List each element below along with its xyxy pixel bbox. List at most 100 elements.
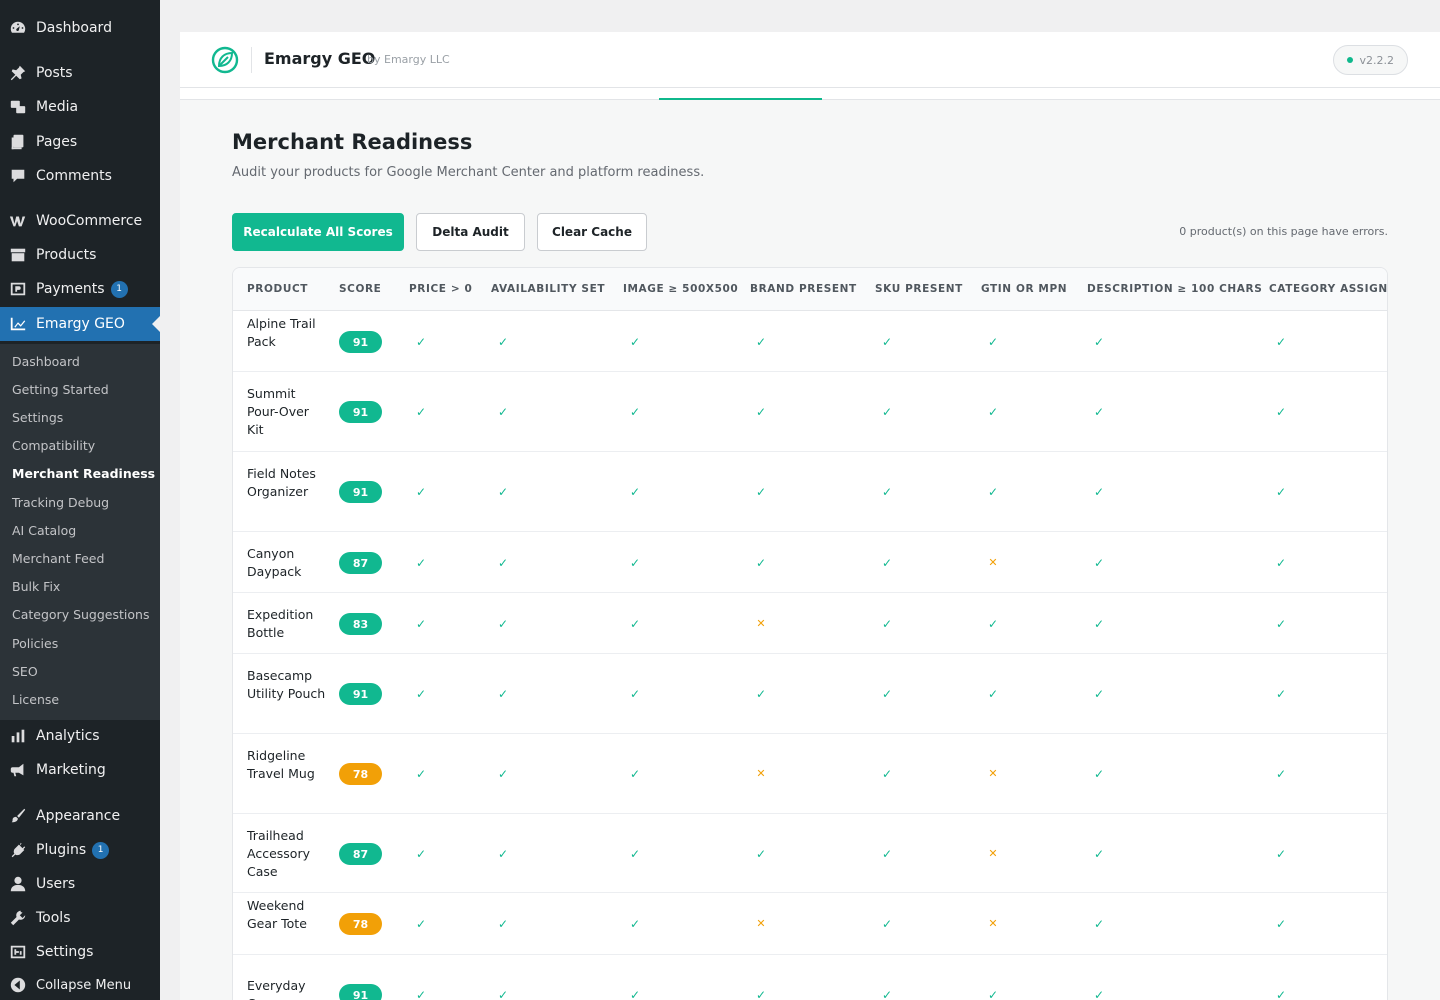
check-icon: ✓ (881, 847, 893, 861)
dashboard-icon (0, 19, 36, 37)
update-count-badge: 1 (92, 841, 110, 859)
check-icon: ✓ (497, 335, 509, 349)
check-icon: ✓ (987, 687, 999, 701)
media-icon (0, 98, 36, 116)
sidebar-item-emargy-geo[interactable]: Emargy GEO (0, 307, 160, 341)
submenu-item-policies[interactable]: Policies (12, 636, 58, 651)
product-name[interactable]: Alpine Trail Pack (247, 315, 327, 351)
collapse-icon (0, 976, 36, 994)
status-dot-icon (1346, 57, 1353, 63)
sidebar-item-users[interactable]: Users (0, 867, 160, 901)
product-name[interactable]: Everyday Carry (247, 977, 327, 1000)
check-icon: ✓ (1093, 617, 1105, 631)
sidebar-item-dashboard[interactable]: Dashboard (0, 11, 160, 45)
check-icon: ✓ (497, 687, 509, 701)
submenu-item-ai-catalog[interactable]: AI Catalog (12, 523, 76, 538)
pages-icon (0, 133, 36, 151)
check-icon: ✓ (629, 917, 641, 931)
table-header: PRODUCT SCORE PRICE > 0 AVAILABILITY SET… (233, 268, 1387, 311)
submenu-item-tracking-debug[interactable]: Tracking Debug (12, 495, 109, 510)
check-icon: ✓ (755, 988, 767, 1000)
product-name[interactable]: Canyon Daypack (247, 545, 327, 581)
check-icon: ✓ (497, 405, 509, 419)
plugin-header: Emargy GEO by Emargy LLC v2.2.2 (180, 32, 1440, 88)
collapse-menu-button[interactable]: Collapse Menu (0, 968, 160, 1000)
check-icon: ✓ (415, 335, 427, 349)
table-row: Ridgeline Travel Mug 78 ✓ ✓ ✓ ✕ ✓ ✕ ✓ ✓ (233, 734, 1387, 814)
sidebar-item-products[interactable]: Products (0, 238, 160, 272)
emargy-submenu: Dashboard Getting Started Settings Compa… (0, 344, 160, 720)
check-icon: ✓ (629, 617, 641, 631)
pushpin-icon (0, 64, 36, 82)
table-row: Basecamp Utility Pouch 91 ✓ ✓ ✓ ✓ ✓ ✓ ✓ ✓ (233, 654, 1387, 734)
check-icon: ✓ (415, 988, 427, 1000)
sidebar-item-label: Payments (36, 281, 105, 297)
current-menu-arrow (152, 316, 160, 332)
check-icon: ✓ (629, 847, 641, 861)
check-icon: ✓ (1093, 767, 1105, 781)
sidebar-item-settings[interactable]: Settings (0, 935, 160, 969)
sidebar-item-label: Media (36, 99, 79, 115)
cross-icon: ✕ (988, 767, 998, 780)
table-row: Alpine Trail Pack 91 ✓ ✓ ✓ ✓ ✓ ✓ ✓ ✓ (233, 312, 1387, 372)
product-name[interactable]: Ridgeline Travel Mug (247, 747, 327, 783)
check-icon: ✓ (629, 988, 641, 1000)
submenu-item-getting-started[interactable]: Getting Started (12, 382, 109, 397)
sidebar-item-posts[interactable]: Posts (0, 56, 160, 90)
product-name[interactable]: Basecamp Utility Pouch (247, 667, 327, 703)
table-row: Trailhead Accessory Case 87 ✓ ✓ ✓ ✓ ✓ ✕ ✓ ✓ (233, 814, 1387, 893)
check-icon: ✓ (415, 767, 427, 781)
column-header: IMAGE ≥ 500X500 (623, 283, 739, 295)
sidebar-item-woocommerce[interactable]: WooCommerce (0, 204, 160, 238)
sidebar-item-pages[interactable]: Pages (0, 125, 160, 159)
check-icon: ✓ (881, 617, 893, 631)
check-icon: ✓ (497, 917, 509, 931)
submenu-item-merchant-readiness[interactable]: Merchant Readiness (12, 466, 155, 481)
submenu-item-category-suggestions[interactable]: Category Suggestions (12, 607, 149, 622)
check-icon: ✓ (415, 405, 427, 419)
recalculate-scores-button[interactable]: Recalculate All Scores (232, 213, 404, 251)
sidebar-item-analytics[interactable]: Analytics (0, 719, 160, 753)
check-icon: ✓ (1275, 988, 1287, 1000)
submenu-item-license[interactable]: License (12, 692, 59, 707)
sidebar-item-media[interactable]: Media (0, 90, 160, 124)
archive-icon (0, 246, 36, 264)
check-icon: ✓ (881, 988, 893, 1000)
sidebar-item-appearance[interactable]: Appearance (0, 799, 160, 833)
product-name[interactable]: Field Notes Organizer (247, 465, 327, 501)
submenu-item-dashboard[interactable]: Dashboard (12, 354, 80, 369)
product-name[interactable]: Expedition Bottle (247, 606, 327, 642)
product-name[interactable]: Trailhead Accessory Case (247, 827, 327, 881)
column-header: SKU PRESENT (875, 283, 963, 295)
check-icon: ✓ (755, 405, 767, 419)
table-row: Field Notes Organizer 91 ✓ ✓ ✓ ✓ ✓ ✓ ✓ ✓ (233, 452, 1387, 532)
check-icon: ✓ (1275, 917, 1287, 931)
sidebar-item-label: Users (36, 876, 76, 892)
sidebar-item-comments[interactable]: Comments (0, 159, 160, 193)
product-name[interactable]: Summit Pour-Over Kit (247, 385, 327, 439)
check-icon: ✓ (415, 617, 427, 631)
clear-cache-button[interactable]: Clear Cache (537, 213, 647, 251)
check-icon: ✓ (1093, 335, 1105, 349)
check-icon: ✓ (987, 485, 999, 499)
submenu-item-seo[interactable]: SEO (12, 664, 38, 679)
submenu-item-bulk-fix[interactable]: Bulk Fix (12, 579, 60, 594)
sidebar-item-label: Tools (36, 910, 71, 926)
sidebar-item-payments[interactable]: Payments 1 (0, 272, 160, 306)
score-badge: 91 (339, 481, 382, 503)
sidebar-item-label: WooCommerce (36, 213, 143, 229)
column-header: DESCRIPTION ≥ 100 CHARS (1087, 283, 1263, 295)
product-name[interactable]: Weekend Gear Tote (247, 897, 327, 933)
sidebar-item-marketing[interactable]: Marketing (0, 753, 160, 787)
submenu-item-settings[interactable]: Settings (12, 410, 63, 425)
submenu-item-merchant-feed[interactable]: Merchant Feed (12, 551, 104, 566)
check-icon: ✓ (1275, 767, 1287, 781)
emargy-logo-icon (211, 46, 239, 74)
delta-audit-button[interactable]: Delta Audit (416, 213, 525, 251)
check-icon: ✓ (987, 335, 999, 349)
sidebar-item-label: Marketing (36, 762, 106, 778)
check-icon: ✓ (1093, 556, 1105, 570)
submenu-item-compatibility[interactable]: Compatibility (12, 438, 95, 453)
sidebar-item-tools[interactable]: Tools (0, 901, 160, 935)
sidebar-item-plugins[interactable]: Plugins 1 (0, 833, 160, 867)
